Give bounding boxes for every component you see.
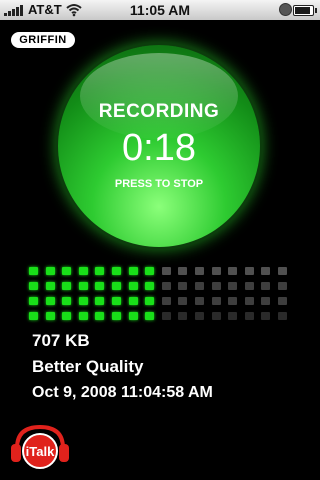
status-bar: AT&T 11:05 AM [0, 0, 320, 20]
level-meter-cell [112, 312, 121, 320]
level-meter-cell [46, 267, 55, 275]
level-meter-column [261, 267, 270, 320]
recording-timer: 0:18 [122, 127, 196, 169]
level-meter-cell [129, 297, 138, 305]
level-meter-cell [112, 282, 121, 290]
audio-level-meter [29, 267, 294, 320]
recording-timestamp: Oct 9, 2008 11:04:58 AM [32, 384, 213, 401]
level-meter-cell [162, 267, 171, 275]
level-meter-cell [95, 312, 104, 320]
level-meter-column [228, 267, 237, 320]
level-meter-cell [112, 267, 121, 275]
level-meter-column [62, 267, 71, 320]
level-meter-cell [129, 282, 138, 290]
level-meter-cell [29, 267, 38, 275]
orientation-lock-icon [279, 3, 292, 16]
level-meter-cell [112, 297, 121, 305]
level-meter-cell [195, 282, 204, 290]
level-meter-cell [212, 267, 221, 275]
level-meter-cell [29, 312, 38, 320]
level-meter-column [95, 267, 104, 320]
level-meter-column [145, 267, 154, 320]
level-meter-cell [228, 312, 237, 320]
level-meter-cell [95, 267, 104, 275]
level-meter-cell [195, 267, 204, 275]
level-meter-cell [145, 267, 154, 275]
level-meter-cell [245, 312, 254, 320]
level-meter-cell [278, 267, 287, 275]
press-to-stop-label: PRESS TO STOP [114, 178, 204, 190]
level-meter-cell [178, 282, 187, 290]
level-meter-cell [46, 282, 55, 290]
level-meter-cell [145, 312, 154, 320]
level-meter-cell [129, 267, 138, 275]
level-meter-cell [228, 282, 237, 290]
level-meter-cell [29, 297, 38, 305]
italk-logo[interactable]: iTalk [9, 422, 71, 472]
level-meter-cell [261, 282, 270, 290]
level-meter-column [46, 267, 55, 320]
level-meter-cell [195, 297, 204, 305]
level-meter-cell [228, 297, 237, 305]
level-meter-cell [261, 297, 270, 305]
level-meter-cell [95, 282, 104, 290]
level-meter-cell [62, 312, 71, 320]
level-meter-cell [162, 282, 171, 290]
level-meter-cell [145, 282, 154, 290]
level-meter-cell [162, 297, 171, 305]
quality-label: Better Quality [32, 357, 144, 376]
level-meter-cell [29, 282, 38, 290]
left-earcup-icon [11, 444, 21, 462]
level-meter-column [129, 267, 138, 320]
level-meter-column [162, 267, 171, 320]
level-meter-cell [212, 282, 221, 290]
level-meter-column [195, 267, 204, 320]
status-time: 11:05 AM [129, 2, 191, 18]
record-stop-button[interactable]: RECORDING 0:18 PRESS TO STOP [58, 45, 260, 247]
griffin-logo: GRIFFIN [11, 32, 75, 48]
level-meter-cell [79, 297, 88, 305]
level-meter-cell [212, 312, 221, 320]
level-meter-cell [145, 297, 154, 305]
level-meter-column [79, 267, 88, 320]
level-meter-cell [178, 267, 187, 275]
level-meter-cell [245, 297, 254, 305]
level-meter-cell [278, 282, 287, 290]
level-meter-cell [79, 312, 88, 320]
level-meter-cell [278, 297, 287, 305]
level-meter-column [178, 267, 187, 320]
level-meter-column [278, 267, 287, 320]
level-meter-cell [46, 312, 55, 320]
level-meter-cell [245, 282, 254, 290]
battery-level [295, 7, 311, 14]
level-meter-cell [46, 297, 55, 305]
file-size-label: 707 KB [32, 331, 90, 350]
level-meter-cell [79, 267, 88, 275]
level-meter-cell [228, 267, 237, 275]
level-meter-cell [162, 312, 171, 320]
level-meter-cell [245, 267, 254, 275]
level-meter-cell [178, 312, 187, 320]
level-meter-column [29, 267, 38, 320]
italk-logo-text: iTalk [26, 444, 55, 459]
level-meter-cell [261, 312, 270, 320]
recording-status-label: RECORDING [98, 101, 220, 122]
battery-icon [293, 5, 317, 16]
level-meter-column [112, 267, 121, 320]
level-meter-cell [261, 267, 270, 275]
level-meter-cell [62, 282, 71, 290]
level-meter-cell [79, 282, 88, 290]
level-meter-cell [62, 267, 71, 275]
level-meter-cell [62, 297, 71, 305]
level-meter-column [245, 267, 254, 320]
level-meter-column [212, 267, 221, 320]
level-meter-cell [95, 297, 104, 305]
level-meter-cell [212, 297, 221, 305]
level-meter-cell [178, 297, 187, 305]
level-meter-cell [129, 312, 138, 320]
level-meter-cell [195, 312, 204, 320]
level-meter-cell [278, 312, 287, 320]
right-earcup-icon [59, 444, 69, 462]
